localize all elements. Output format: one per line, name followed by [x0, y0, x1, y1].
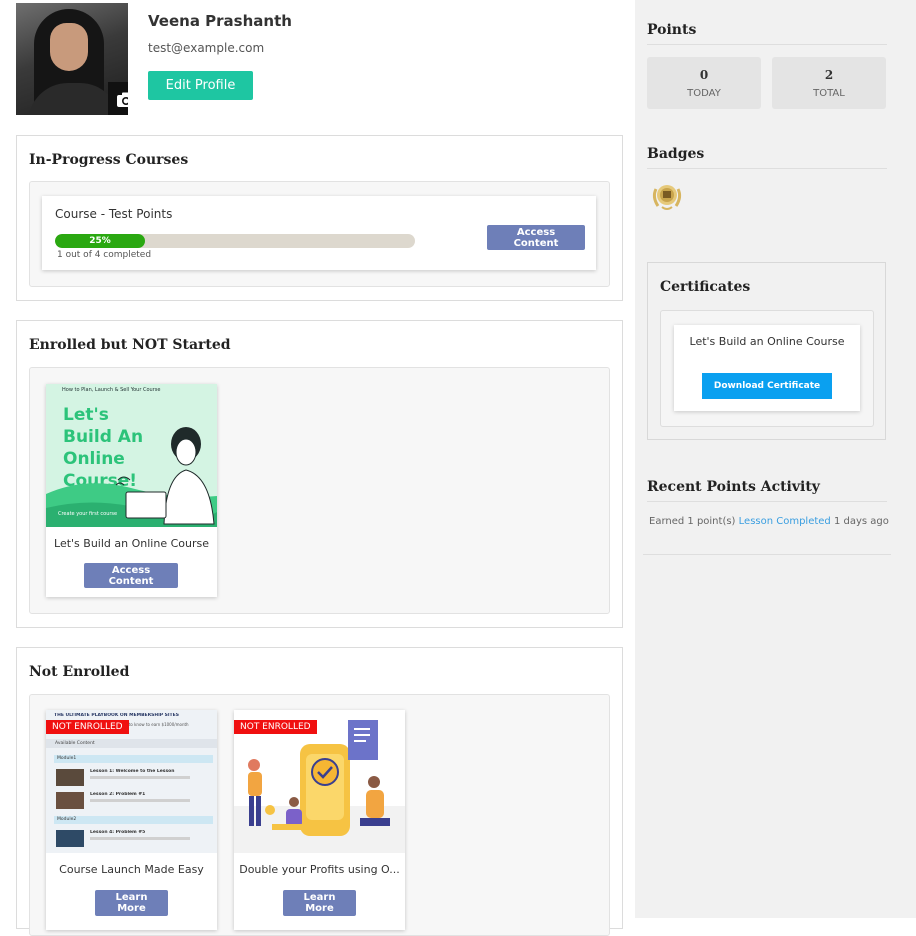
divider: [647, 168, 887, 169]
section-title: In-Progress Courses: [29, 152, 189, 168]
enrolled-section: Enrolled but NOT Started How to Plan, La…: [16, 320, 623, 628]
laurel-badge-icon[interactable]: [650, 179, 684, 213]
thumb-illustration: [46, 427, 217, 527]
course-thumbnail[interactable]: How to Plan, Launch & Sell Your Course L…: [46, 384, 217, 527]
points-total: 2 TOTAL: [772, 57, 886, 109]
activity-item: Earned 1 point(s) Lesson Completed 1 day…: [649, 513, 889, 530]
in-progress-list: Course - Test Points 25% 1 out of 4 comp…: [29, 181, 610, 287]
access-content-button[interactable]: Access Content: [84, 563, 178, 588]
certificate-card: Let's Build an Online Course Download Ce…: [674, 325, 860, 411]
sidebar: Points 0 TODAY 2 TOTAL Badges Certificat…: [635, 0, 916, 918]
enrolled-list: How to Plan, Launch & Sell Your Course L…: [29, 367, 610, 614]
divider: [643, 554, 891, 555]
course-card: NOT ENROLLED Double your Profits using O…: [234, 710, 405, 930]
points-total-value: 2: [824, 68, 834, 82]
course-title: Course - Test Points: [55, 207, 173, 221]
not-enrolled-list: THE ULTIMATE PLAYBOOK ON MEMBERSHIP SITE…: [29, 694, 610, 936]
points-today: 0 TODAY: [647, 57, 761, 109]
thumb-available: Available Content: [46, 739, 217, 748]
certificate-title: Let's Build an Online Course: [689, 335, 845, 348]
divider: [647, 44, 887, 45]
edit-profile-button[interactable]: Edit Profile: [148, 71, 253, 100]
course-title: Double your Profits using O...: [239, 863, 400, 876]
section-title: Enrolled but NOT Started: [29, 337, 231, 353]
course-thumbnail[interactable]: NOT ENROLLED: [234, 710, 405, 853]
course-card: How to Plan, Launch & Sell Your Course L…: [46, 384, 217, 597]
avatar: [16, 3, 128, 115]
activity-title: Recent Points Activity: [647, 479, 820, 495]
profile-email: test@example.com: [148, 41, 265, 55]
progress-label: 25%: [89, 236, 111, 246]
points-title: Points: [647, 22, 697, 38]
not-enrolled-section: Not Enrolled THE ULTIMATE PLAYBOOK ON ME…: [16, 647, 623, 936]
profile-name: Veena Prashanth: [148, 12, 292, 30]
section-title: Not Enrolled: [29, 664, 130, 680]
main-content: Veena Prashanth test@example.com Edit Pr…: [0, 0, 630, 936]
badges-title: Badges: [647, 146, 705, 162]
not-enrolled-badge: NOT ENROLLED: [234, 720, 317, 734]
progress-bar: 25%: [55, 234, 415, 248]
progress-text: 1 out of 4 completed: [57, 250, 152, 260]
thumb-header: THE ULTIMATE PLAYBOOK ON MEMBERSHIP SITE…: [54, 713, 179, 718]
camera-icon[interactable]: [108, 82, 128, 115]
activity-link[interactable]: Lesson Completed: [739, 516, 831, 527]
access-content-button[interactable]: Access Content: [487, 225, 585, 250]
download-certificate-button[interactable]: Download Certificate: [702, 373, 832, 399]
certificates-title: Certificates: [660, 279, 751, 295]
course-thumbnail[interactable]: THE ULTIMATE PLAYBOOK ON MEMBERSHIP SITE…: [46, 710, 217, 853]
in-progress-section: In-Progress Courses Course - Test Points…: [16, 135, 623, 301]
thumb-bottom-text: Create your first course: [58, 511, 118, 517]
activity-suffix: 1 days ago: [830, 516, 889, 527]
learn-more-button[interactable]: Learn More: [95, 890, 168, 916]
not-enrolled-badge: NOT ENROLLED: [46, 720, 129, 734]
points-today-value: 0: [699, 68, 709, 82]
thumb-lesson: Lesson 2: Problem #1: [90, 792, 146, 797]
divider: [647, 501, 887, 502]
thumb-lesson: Lesson 1: Welcome to the Lesson: [90, 769, 175, 774]
thumb-module-1: Module1: [54, 755, 213, 763]
thumb-lesson: Lesson 4: Problem #5: [90, 830, 146, 835]
points-total-label: TOTAL: [813, 88, 845, 99]
certificates-panel: Certificates Let's Build an Online Cours…: [647, 262, 886, 440]
course-card: Course - Test Points 25% 1 out of 4 comp…: [42, 196, 596, 270]
course-title: Course Launch Made Easy: [59, 863, 204, 876]
points-today-label: TODAY: [687, 88, 721, 99]
activity-prefix: Earned 1 point(s): [649, 516, 739, 527]
learn-more-button[interactable]: Learn More: [283, 890, 356, 916]
thumb-module-2: Module2: [54, 816, 213, 824]
course-card: THE ULTIMATE PLAYBOOK ON MEMBERSHIP SITE…: [46, 710, 217, 930]
course-title: Let's Build an Online Course: [54, 537, 209, 550]
